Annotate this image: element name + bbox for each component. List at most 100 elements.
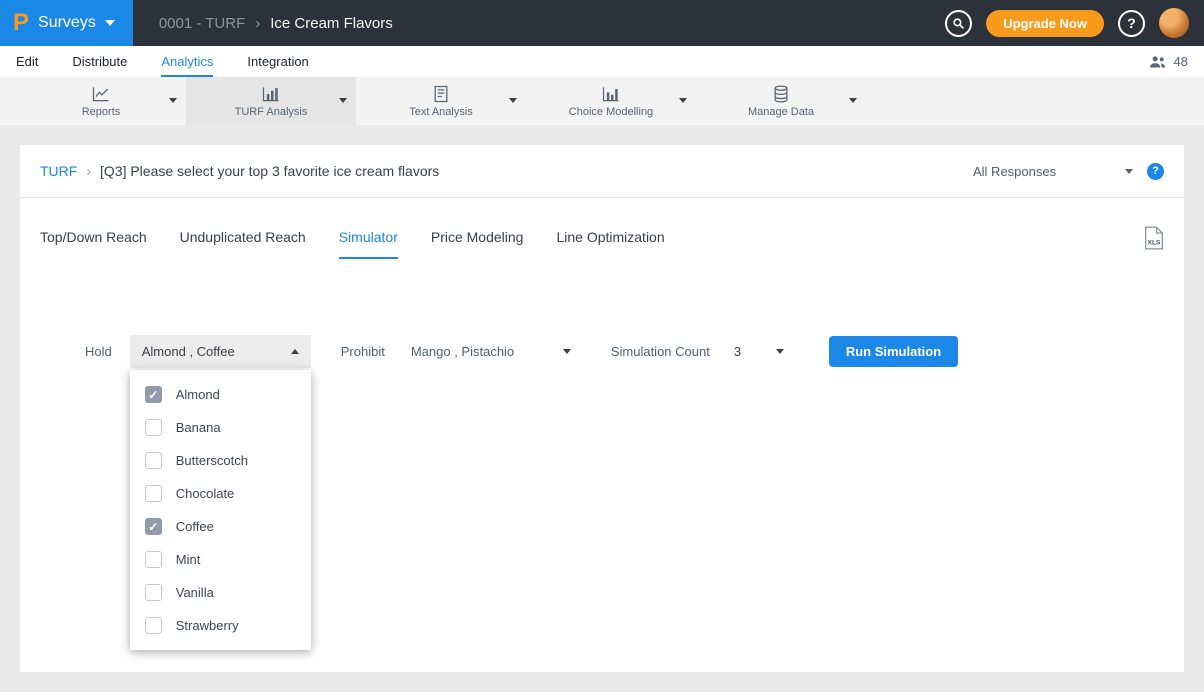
question-text: [Q3] Please select your top 3 favorite i…: [100, 163, 439, 179]
tool-turf-analysis[interactable]: TURF Analysis: [186, 77, 356, 125]
card-header-actions: All Responses ?: [973, 163, 1164, 180]
option-mint[interactable]: Mint: [130, 543, 311, 576]
chevron-down-icon: [776, 349, 784, 354]
tab-price-modeling[interactable]: Price Modeling: [431, 229, 524, 259]
filter-value: All Responses: [973, 164, 1056, 179]
question-mark-icon: ?: [1127, 15, 1136, 31]
option-label: Butterscotch: [176, 453, 248, 468]
nav-analytics[interactable]: Analytics: [161, 46, 213, 77]
analytics-toolbar: Reports TURF Analysis Text Analysis Choi…: [0, 77, 1204, 125]
search-button[interactable]: [945, 10, 972, 37]
divider: [20, 197, 1184, 198]
survey-nav-items: Edit Distribute Analytics Integration: [16, 46, 343, 77]
header-actions: Upgrade Now ?: [945, 8, 1204, 38]
breadcrumb-separator: ›: [86, 163, 91, 179]
tool-text-analysis[interactable]: Text Analysis: [356, 77, 526, 125]
search-icon: [952, 17, 965, 30]
tab-unduplicated-reach[interactable]: Unduplicated Reach: [180, 229, 306, 259]
option-coffee[interactable]: Coffee: [130, 510, 311, 543]
page-background: TURF › [Q3] Please select your top 3 fav…: [0, 125, 1204, 692]
option-banana[interactable]: Banana: [130, 411, 311, 444]
chevron-down-icon: [105, 20, 115, 26]
tool-label: Manage Data: [748, 106, 814, 118]
bar-chart-icon: [261, 84, 281, 104]
breadcrumb-separator: ›: [255, 15, 260, 32]
option-almond[interactable]: Almond: [130, 378, 311, 411]
surveys-menu-button[interactable]: P Surveys: [0, 0, 133, 46]
checkbox[interactable]: [145, 584, 162, 601]
hold-options-panel: Almond Banana Butterscotch Chocolate: [130, 370, 311, 650]
checkbox[interactable]: [145, 419, 162, 436]
simulator-controls: Hold Almond , Coffee Almond Banana: [20, 335, 1184, 368]
tool-reports[interactable]: Reports: [16, 77, 186, 125]
chevron-down-icon[interactable]: [509, 98, 517, 103]
chevron-down-icon: [1125, 169, 1133, 174]
help-badge[interactable]: ?: [1147, 163, 1164, 180]
checkbox[interactable]: [145, 485, 162, 502]
line-chart-icon: [91, 84, 111, 104]
option-label: Banana: [176, 420, 221, 435]
respondent-count-value: 48: [1174, 54, 1188, 69]
question-mark-icon: ?: [1152, 165, 1159, 177]
hold-dropdown[interactable]: Almond , Coffee Almond Banana Butterscot…: [130, 335, 311, 368]
simulation-count-dropdown[interactable]: 3: [734, 335, 796, 368]
tool-manage-data[interactable]: Manage Data: [696, 77, 866, 125]
turf-breadcrumb-link[interactable]: TURF: [40, 163, 77, 179]
checkbox[interactable]: [145, 551, 162, 568]
chevron-down-icon[interactable]: [339, 98, 347, 103]
xls-file-icon: XLS: [1144, 226, 1164, 250]
survey-id-link[interactable]: 0001 - TURF: [159, 15, 245, 32]
turf-content-card: TURF › [Q3] Please select your top 3 fav…: [20, 145, 1184, 672]
bar-chart-icon: [601, 84, 621, 104]
chevron-down-icon[interactable]: [679, 98, 687, 103]
tab-top-down-reach[interactable]: Top/Down Reach: [40, 229, 147, 259]
simulation-count-label: Simulation Count: [611, 344, 710, 359]
hold-label: Hold: [85, 344, 112, 359]
option-chocolate[interactable]: Chocolate: [130, 477, 311, 510]
chevron-down-icon[interactable]: [169, 98, 177, 103]
user-avatar[interactable]: [1159, 8, 1189, 38]
survey-title: Ice Cream Flavors: [270, 15, 393, 32]
tool-label: TURF Analysis: [235, 106, 308, 118]
tab-line-optimization[interactable]: Line Optimization: [556, 229, 664, 259]
questionpro-logo: P: [13, 9, 29, 37]
checkbox[interactable]: [145, 518, 162, 535]
document-icon: [431, 84, 451, 104]
nav-integration[interactable]: Integration: [247, 46, 308, 77]
respondent-count[interactable]: 48: [1148, 46, 1188, 77]
checkbox[interactable]: [145, 386, 162, 403]
surveys-label: Surveys: [38, 14, 96, 32]
tabs-row: Top/Down Reach Unduplicated Reach Simula…: [20, 226, 1184, 259]
header-breadcrumb: 0001 - TURF › Ice Cream Flavors: [159, 15, 393, 32]
option-strawberry[interactable]: Strawberry: [130, 609, 311, 642]
option-label: Mint: [176, 552, 201, 567]
people-icon: [1148, 55, 1167, 69]
option-vanilla[interactable]: Vanilla: [130, 576, 311, 609]
nav-distribute[interactable]: Distribute: [72, 46, 127, 77]
chevron-up-icon: [291, 349, 299, 354]
simulation-count-value: 3: [734, 344, 741, 359]
database-icon: [771, 84, 791, 104]
option-butterscotch[interactable]: Butterscotch: [130, 444, 311, 477]
prohibit-value: Mango , Pistachio: [411, 344, 514, 359]
option-label: Almond: [176, 387, 220, 402]
hold-value: Almond , Coffee: [142, 344, 235, 359]
chevron-down-icon[interactable]: [849, 98, 857, 103]
tab-simulator[interactable]: Simulator: [339, 229, 398, 259]
help-button[interactable]: ?: [1118, 10, 1145, 37]
run-simulation-button[interactable]: Run Simulation: [829, 336, 958, 367]
responses-filter-dropdown[interactable]: All Responses: [973, 164, 1133, 179]
tool-choice-modelling[interactable]: Choice Modelling: [526, 77, 696, 125]
prohibit-dropdown[interactable]: Mango , Pistachio: [411, 335, 583, 368]
export-xls-button[interactable]: XLS: [1144, 226, 1164, 259]
upgrade-now-button[interactable]: Upgrade Now: [986, 10, 1104, 37]
checkbox[interactable]: [145, 617, 162, 634]
nav-edit[interactable]: Edit: [16, 46, 38, 77]
chevron-down-icon: [563, 349, 571, 354]
tool-label: Reports: [82, 106, 121, 118]
option-label: Coffee: [176, 519, 214, 534]
card-header: TURF › [Q3] Please select your top 3 fav…: [20, 145, 1184, 197]
option-label: Strawberry: [176, 618, 239, 633]
checkbox[interactable]: [145, 452, 162, 469]
option-label: Vanilla: [176, 585, 214, 600]
